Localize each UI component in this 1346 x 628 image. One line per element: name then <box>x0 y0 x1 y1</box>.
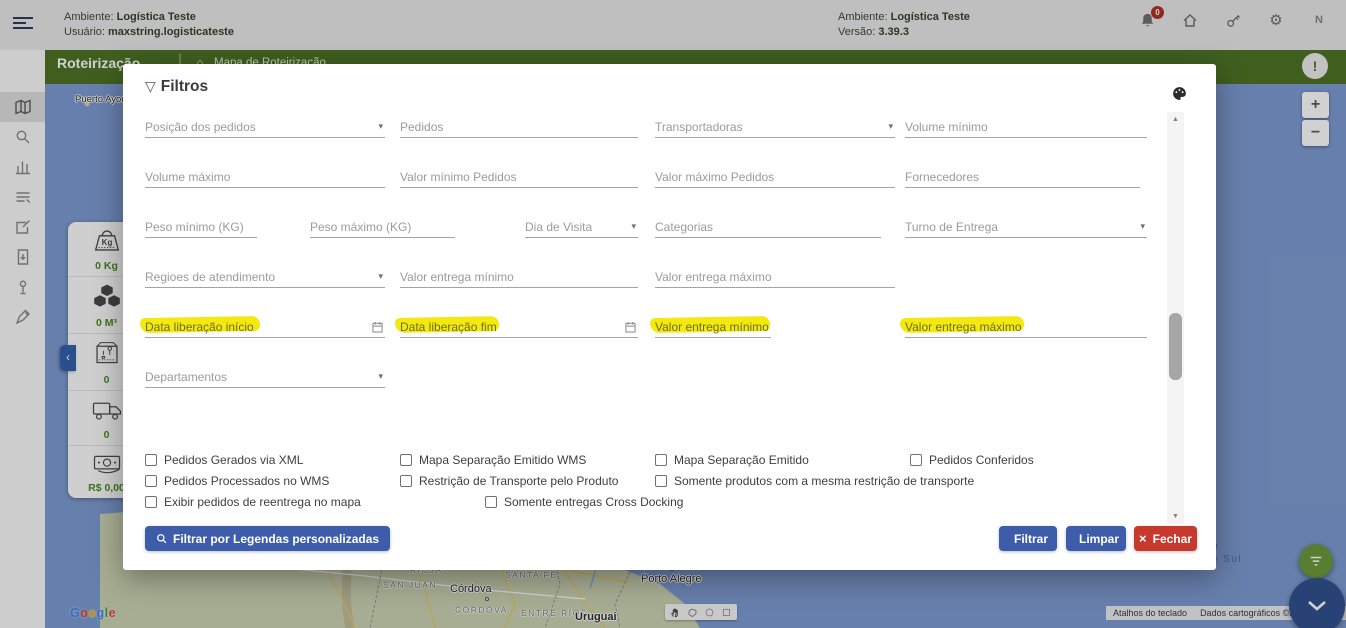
checkbox-pedidos-conferidos[interactable]: Pedidos Conferidos <box>910 453 1034 467</box>
close-button[interactable]: × Fechar <box>1134 526 1197 551</box>
filter-field-volume-minimo[interactable]: Volume mínimo <box>905 116 1147 138</box>
checkbox-label: Exibir pedidos de reentrega no mapa <box>164 495 361 509</box>
modal-scrollbar[interactable]: ▲ ▼ <box>1167 112 1184 524</box>
filter-field-transportadoras[interactable]: Transportadoras ▾ <box>655 116 895 138</box>
field-label: Fornecedores <box>905 170 979 184</box>
filter-field-posicao-dos-pedidos[interactable]: Posição dos pedidos ▾ <box>145 116 385 138</box>
chevron-down-icon[interactable]: ▾ <box>631 221 636 232</box>
field-label: Categorias <box>655 220 713 234</box>
funnel-icon: ▽ <box>145 78 156 94</box>
app-screen: Ambiente: Logística Teste Usuário: maxst… <box>0 0 1346 628</box>
filter-field-pedidos[interactable]: Pedidos <box>400 116 638 138</box>
checkbox-box[interactable] <box>145 454 157 466</box>
checkbox-label: Pedidos Conferidos <box>929 453 1034 467</box>
checkbox-label: Pedidos Processados no WMS <box>164 474 329 488</box>
checkbox-box[interactable] <box>400 475 412 487</box>
scroll-down-icon[interactable]: ▼ <box>1167 513 1184 520</box>
filter-field-valor-maximo-pedidos[interactable]: Valor máximo Pedidos <box>655 166 895 188</box>
field-label: Regioes de atendimento <box>145 270 275 284</box>
field-label: Peso mínimo (KG) <box>145 220 244 234</box>
checkbox-somente-entregas-cross-docking[interactable]: Somente entregas Cross Docking <box>485 495 683 509</box>
palette-icon[interactable] <box>1171 85 1188 102</box>
checkbox-pedidos-gerados-via-xml[interactable]: Pedidos Gerados via XML <box>145 453 303 467</box>
scrollbar-thumb[interactable] <box>1169 313 1182 380</box>
clear-button[interactable]: Limpar <box>1066 526 1126 551</box>
filter-field-dia-de-visita[interactable]: Dia de Visita ▾ <box>525 216 638 238</box>
checkbox-pedidos-processados-no-wms[interactable]: Pedidos Processados no WMS <box>145 474 329 488</box>
field-label: Posição dos pedidos <box>145 120 256 134</box>
search-icon <box>156 533 167 544</box>
field-label: Valor mínimo Pedidos <box>400 170 517 184</box>
field-label: Valor entrega mínimo <box>655 320 769 334</box>
field-label: Peso máximo (KG) <box>310 220 411 234</box>
filter-field-data-liberacao-inicio[interactable]: Data liberação início <box>145 316 385 338</box>
filters-modal: ▽Filtros Posição dos pedidos ▾ Pedidos Tr… <box>123 64 1216 570</box>
modal-title: ▽Filtros <box>145 78 208 96</box>
filter-field-turno-de-entrega[interactable]: Turno de Entrega ▾ <box>905 216 1147 238</box>
field-label: Departamentos <box>145 370 227 384</box>
field-label: Valor máximo Pedidos <box>655 170 774 184</box>
filter-field-volume-maximo[interactable]: Volume máximo <box>145 166 385 188</box>
close-icon: × <box>1139 531 1147 546</box>
button-label: Filtrar <box>1014 532 1048 546</box>
checkbox-label: Pedidos Gerados via XML <box>164 453 303 467</box>
field-label: Data liberação início <box>145 320 254 334</box>
filter-button[interactable]: Filtrar <box>999 526 1057 551</box>
checkbox-label: Somente produtos com a mesma restrição d… <box>674 474 974 488</box>
field-label: Volume mínimo <box>905 120 988 134</box>
checkbox-restricao-de-transporte[interactable]: Restrição de Transporte pelo Produto <box>400 474 618 488</box>
chevron-down-icon[interactable]: ▾ <box>378 371 383 382</box>
field-label: Pedidos <box>400 120 443 134</box>
scroll-up-icon[interactable]: ▲ <box>1167 116 1184 123</box>
checkbox-exibir-pedidos-reentrega[interactable]: Exibir pedidos de reentrega no mapa <box>145 495 361 509</box>
calendar-icon[interactable] <box>625 320 636 338</box>
checkbox-box[interactable] <box>485 496 497 508</box>
field-label: Valor entrega máximo <box>905 320 1022 334</box>
button-label: Limpar <box>1079 532 1119 546</box>
filter-field-data-liberacao-fim[interactable]: Data liberação fim <box>400 316 638 338</box>
checkbox-somente-produtos-mesma-restricao[interactable]: Somente produtos com a mesma restrição d… <box>655 474 974 488</box>
filter-field-valor-entrega-minimo[interactable]: Valor entrega mínimo <box>400 266 638 288</box>
chevron-down-icon[interactable]: ▾ <box>888 121 893 132</box>
filter-field-valor-minimo-pedidos[interactable]: Valor mínimo Pedidos <box>400 166 638 188</box>
checkbox-box[interactable] <box>400 454 412 466</box>
filter-by-custom-legends-button[interactable]: Filtrar por Legendas personalizadas <box>145 526 390 551</box>
filter-field-fornecedores[interactable]: Fornecedores <box>905 166 1140 188</box>
checkbox-box[interactable] <box>655 475 667 487</box>
field-label: Turno de Entrega <box>905 220 998 234</box>
chevron-down-icon[interactable]: ▾ <box>378 271 383 282</box>
checkbox-mapa-separacao-emitido[interactable]: Mapa Separação Emitido <box>655 453 809 467</box>
checkbox-mapa-separacao-emitido-wms[interactable]: Mapa Separação Emitido WMS <box>400 453 586 467</box>
checkbox-label: Mapa Separação Emitido <box>674 453 809 467</box>
field-label: Transportadoras <box>655 120 743 134</box>
filter-field-valor-entrega-maximo-2[interactable]: Valor entrega máximo <box>905 316 1147 338</box>
checkbox-label: Somente entregas Cross Docking <box>504 495 683 509</box>
checkbox-label: Mapa Separação Emitido WMS <box>419 453 586 467</box>
checkbox-box[interactable] <box>145 496 157 508</box>
checkbox-box[interactable] <box>910 454 922 466</box>
checkbox-box[interactable] <box>145 475 157 487</box>
filter-field-valor-entrega-maximo[interactable]: Valor entrega máximo <box>655 266 895 288</box>
filter-field-departamentos[interactable]: Departamentos ▾ <box>145 366 385 388</box>
chevron-down-icon[interactable]: ▾ <box>1140 221 1145 232</box>
button-label: Filtrar por Legendas personalizadas <box>173 532 379 546</box>
field-label: Dia de Visita <box>525 220 592 234</box>
filter-field-peso-minimo[interactable]: Peso mínimo (KG) <box>145 216 257 238</box>
filter-field-regioes-de-atendimento[interactable]: Regioes de atendimento ▾ <box>145 266 385 288</box>
filter-field-peso-maximo[interactable]: Peso máximo (KG) <box>310 216 455 238</box>
field-label: Data liberação fim <box>400 320 497 334</box>
button-label: Fechar <box>1153 532 1192 546</box>
field-label: Volume máximo <box>145 170 230 184</box>
checkbox-label: Restrição de Transporte pelo Produto <box>419 474 618 488</box>
field-label: Valor entrega máximo <box>655 270 772 284</box>
calendar-icon[interactable] <box>372 320 383 338</box>
chevron-down-icon[interactable]: ▾ <box>378 121 383 132</box>
field-label: Valor entrega mínimo <box>400 270 514 284</box>
filter-field-categorias[interactable]: Categorias <box>655 216 881 238</box>
checkbox-box[interactable] <box>655 454 667 466</box>
filter-field-valor-entrega-minimo-2[interactable]: Valor entrega mínimo <box>655 316 771 338</box>
